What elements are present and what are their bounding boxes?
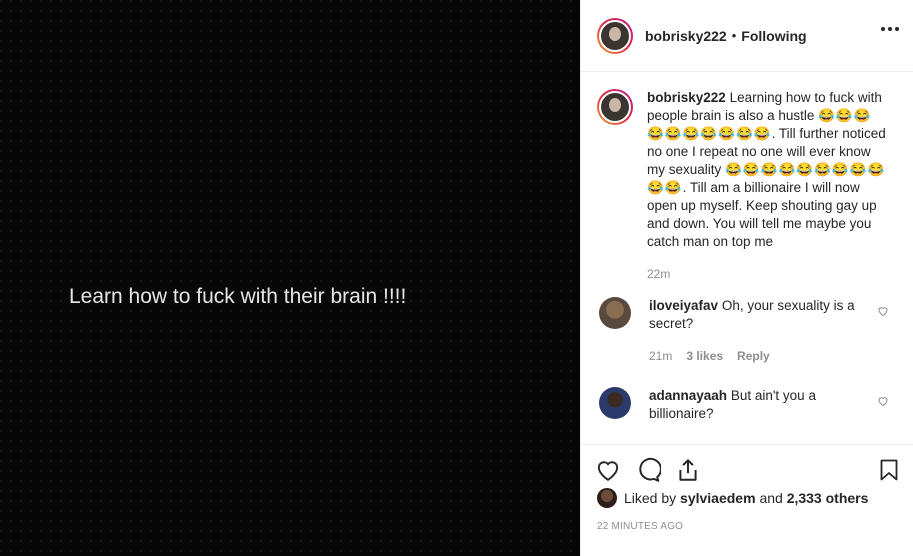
caption-row: bobrisky222 Learning how to fuck with pe… <box>597 89 897 283</box>
likes-middle: and <box>759 490 783 506</box>
comment-like-heart-icon[interactable] <box>877 395 889 407</box>
share-icon[interactable] <box>675 457 701 483</box>
more-horizontal-icon[interactable] <box>881 27 899 31</box>
comment-body: iloveiyafav Oh, your sexuality is a secr… <box>649 297 869 365</box>
header-separator: • <box>731 28 737 43</box>
post-timestamp[interactable]: 22 MINUTES AGO <box>597 521 683 532</box>
author-username[interactable]: bobrisky222 <box>645 28 727 44</box>
comment-icon[interactable] <box>635 457 661 483</box>
likes-summary: Liked by sylviaedem and 2,333 others <box>597 488 868 508</box>
post-media[interactable]: Learn how to fuck with their brain !!!! <box>0 0 580 556</box>
post-viewer: Learn how to fuck with their brain !!!! … <box>0 0 913 556</box>
liker-username[interactable]: sylviaedem <box>680 490 756 506</box>
caption-username[interactable]: bobrisky222 <box>647 90 726 105</box>
reply-button[interactable]: Reply <box>737 347 770 365</box>
liker-avatar[interactable] <box>597 488 617 508</box>
follow-status-button[interactable]: Following <box>741 28 806 44</box>
caption-time[interactable]: 22m <box>647 265 670 283</box>
author-avatar[interactable] <box>597 17 633 54</box>
comment-meta: 21m 3 likes Reply <box>649 347 869 365</box>
comment-body: adannayaah But ain't you a billionaire? <box>649 387 869 423</box>
likes-others-link[interactable]: 2,333 others <box>787 490 869 506</box>
comment-username[interactable]: adannayaah <box>649 388 727 403</box>
likes-prefix: Liked by <box>624 490 677 506</box>
commenter-avatar[interactable] <box>599 387 631 419</box>
comment-row: adannayaah But ain't you a billionaire? <box>597 387 897 423</box>
caption-avatar[interactable] <box>597 89 633 125</box>
heart-icon[interactable] <box>595 457 621 483</box>
commenter-avatar[interactable] <box>599 297 631 329</box>
post-header: bobrisky222 • Following <box>581 0 913 72</box>
media-overlay-text: Learn how to fuck with their brain !!!! <box>69 285 407 308</box>
bookmark-icon[interactable] <box>877 457 901 483</box>
comment-time[interactable]: 21m <box>649 347 672 365</box>
comment-row: iloveiyafav Oh, your sexuality is a secr… <box>597 297 897 365</box>
caption-meta: 22m <box>647 265 887 283</box>
comment-username[interactable]: iloveiyafav <box>649 298 718 313</box>
post-actions-bar <box>581 444 913 492</box>
post-side-panel: bobrisky222 • Following bobrisky222 Lear… <box>580 0 913 556</box>
comment-like-heart-icon[interactable] <box>877 305 889 317</box>
caption-body: bobrisky222 Learning how to fuck with pe… <box>647 89 887 283</box>
comments-section[interactable]: bobrisky222 Learning how to fuck with pe… <box>581 73 913 443</box>
comment-likes[interactable]: 3 likes <box>686 347 723 365</box>
